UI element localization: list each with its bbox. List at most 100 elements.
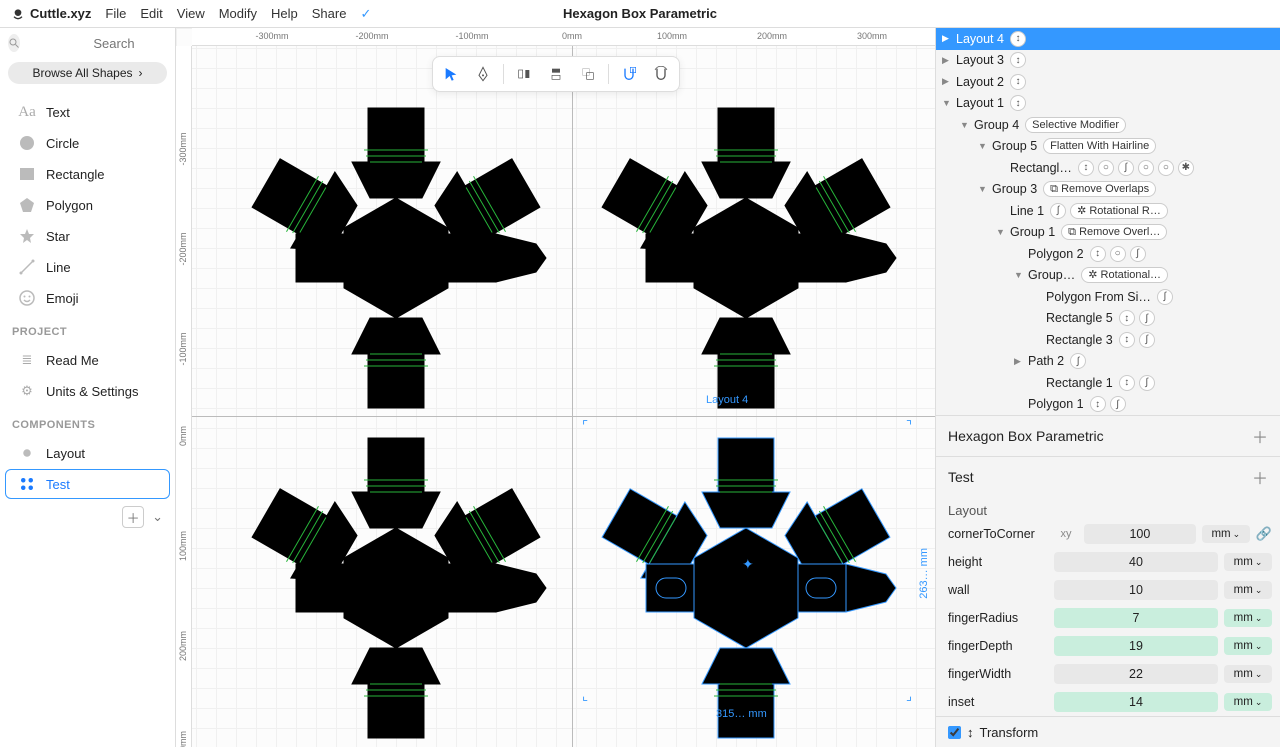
menu-file[interactable]: File (105, 6, 126, 21)
outline-row[interactable]: Rectangl…↕○∫○○✱ (936, 157, 1280, 179)
emoji-shape[interactable]: Emoji (5, 283, 170, 313)
menu-help[interactable]: Help (271, 6, 298, 21)
outline-row[interactable]: Rectangle 5↕∫ (936, 308, 1280, 330)
canvas[interactable]: -300mm-200mm-100mm0mm100mm200mm300mm -30… (176, 28, 935, 747)
link-icon[interactable]: 🔗 (1256, 526, 1272, 542)
param-unit-select[interactable]: mm ⌄ (1224, 609, 1272, 627)
add-component-button[interactable]: ＋ (122, 506, 144, 528)
param-unit-select[interactable]: mm ⌄ (1224, 665, 1272, 683)
pen-tool[interactable] (469, 61, 497, 87)
precision-tool[interactable] (647, 61, 675, 87)
mini-icon[interactable]: ∫ (1118, 160, 1134, 176)
param-value-input[interactable]: 10 (1054, 580, 1218, 600)
layout-shape-2[interactable] (586, 98, 906, 418)
search-input[interactable] (26, 36, 176, 51)
modifier-chip[interactable]: ⧉ Remove Overlaps (1043, 181, 1156, 197)
outline-row[interactable]: Rectangle 3↕∫ (936, 329, 1280, 351)
param-value-input[interactable]: 7 (1054, 608, 1218, 628)
props-component-header[interactable]: Hexagon Box Parametric ＋ (936, 415, 1280, 456)
param-value-input[interactable]: 40 (1054, 552, 1218, 572)
star-shape[interactable]: Star (5, 221, 170, 251)
outline-row[interactable]: Polygon From Si…∫ (936, 286, 1280, 308)
param-value-input[interactable]: 22 (1054, 664, 1218, 684)
mini-icon[interactable]: ○ (1110, 246, 1126, 262)
mini-icon[interactable]: ∫ (1070, 353, 1086, 369)
add-param-button[interactable]: ＋ (1252, 424, 1268, 448)
app-logo[interactable]: Cuttle.xyz (10, 6, 91, 22)
param-unit-select[interactable]: mm ⌄ (1202, 525, 1250, 543)
mini-icon[interactable]: ∫ (1139, 375, 1155, 391)
outline-row[interactable]: Line 1∫✲ Rotational R… (936, 200, 1280, 222)
line-shape[interactable]: Line (5, 252, 170, 282)
outline-row[interactable]: Polygon 1↕∫ (936, 394, 1280, 416)
mini-icon[interactable]: ✱ (1178, 160, 1194, 176)
comp-test[interactable]: Test (5, 469, 170, 499)
mini-icon[interactable]: ○ (1138, 160, 1154, 176)
mini-icon[interactable]: ↕ (1119, 310, 1135, 326)
mini-icon[interactable]: ∫ (1050, 203, 1066, 219)
disclosure-icon[interactable]: ▼ (996, 227, 1006, 237)
outline-row[interactable]: ▼Group 1⧉ Remove Overl… (936, 222, 1280, 244)
param-value-input[interactable]: 19 (1054, 636, 1218, 656)
disclosure-icon[interactable]: ▶ (942, 33, 952, 44)
flip-v-tool[interactable] (542, 61, 570, 87)
add-param-button-2[interactable]: ＋ (1252, 465, 1268, 489)
select-tool[interactable] (437, 61, 465, 87)
read-me[interactable]: ≣Read Me (5, 345, 170, 375)
menu-view[interactable]: View (177, 6, 205, 21)
mini-icon[interactable]: ∫ (1139, 332, 1155, 348)
modifier-chip[interactable]: Selective Modifier (1025, 117, 1126, 133)
disclosure-icon[interactable]: ▶ (942, 76, 952, 87)
param-unit-select[interactable]: mm ⌄ (1224, 581, 1272, 599)
units-settings[interactable]: ⚙Units & Settings (5, 376, 170, 406)
props-test-header[interactable]: Test ＋ (936, 456, 1280, 497)
mini-icon[interactable]: ↕ (1010, 31, 1026, 47)
polygon-shape[interactable]: Polygon (5, 190, 170, 220)
menu-share[interactable]: Share (312, 6, 347, 21)
sel-corner-br[interactable]: ⌟ (906, 688, 916, 698)
sel-corner-bl[interactable]: ⌞ (582, 688, 592, 698)
mini-icon[interactable]: ↕ (1090, 396, 1106, 412)
selection-label[interactable]: Layout 4 (706, 394, 748, 406)
flip-h-tool[interactable] (510, 61, 538, 87)
rectangle-shape[interactable]: Rectangle (5, 159, 170, 189)
layout-shape-4-selected[interactable] (586, 428, 906, 747)
disclosure-icon[interactable]: ▶ (942, 55, 952, 66)
disclosure-icon[interactable]: ▼ (978, 141, 988, 151)
mini-icon[interactable]: ↕ (1078, 160, 1094, 176)
disclosure-icon[interactable]: ▶ (1014, 356, 1024, 367)
mini-icon[interactable]: ∫ (1139, 310, 1155, 326)
layout-shape-1[interactable] (236, 98, 556, 418)
outline-row[interactable]: Polygon 2↕○∫ (936, 243, 1280, 265)
mini-icon[interactable]: ↕ (1010, 52, 1026, 68)
param-unit-select[interactable]: mm ⌄ (1224, 693, 1272, 711)
outline-row[interactable]: ▶Layout 3↕ (936, 50, 1280, 72)
modifier-chip[interactable]: ⧉ Remove Overl… (1061, 224, 1167, 240)
param-value-input[interactable]: 100 (1084, 524, 1196, 544)
disclosure-icon[interactable]: ▼ (1014, 270, 1024, 280)
modifier-chip[interactable]: ✲ Rotational… (1081, 267, 1168, 283)
disclosure-icon[interactable]: ▼ (960, 120, 970, 130)
outline-row[interactable]: ▼Group 4Selective Modifier (936, 114, 1280, 136)
snap-tool[interactable] (615, 61, 643, 87)
mini-icon[interactable]: ↕ (1119, 375, 1135, 391)
mini-icon[interactable]: ∫ (1110, 396, 1126, 412)
mini-icon[interactable]: ↕ (1090, 246, 1106, 262)
outline-row[interactable]: ▼Group…✲ Rotational… (936, 265, 1280, 287)
comp-layout[interactable]: Layout (5, 438, 170, 468)
mini-icon[interactable]: ∫ (1157, 289, 1173, 305)
mini-icon[interactable]: ∫ (1130, 246, 1146, 262)
selection-center-icon[interactable]: ✦ (742, 556, 754, 573)
mini-icon[interactable]: ↕ (1010, 95, 1026, 111)
outline-row[interactable]: ▶Path 2∫ (936, 351, 1280, 373)
layout-shape-3[interactable] (236, 428, 556, 747)
param-unit-select[interactable]: mm ⌄ (1224, 637, 1272, 655)
modifier-chip[interactable]: ✲ Rotational R… (1070, 203, 1168, 219)
outline-row[interactable]: ▼Group 5Flatten With Hairline (936, 136, 1280, 158)
circle-shape[interactable]: Circle (5, 128, 170, 158)
copy-tool[interactable] (574, 61, 602, 87)
outline-row[interactable]: ▶Layout 2↕ (936, 71, 1280, 93)
transform-checkbox[interactable] (948, 726, 961, 739)
document-title[interactable]: Hexagon Box Parametric (563, 6, 717, 21)
disclosure-icon[interactable]: ▼ (942, 98, 952, 108)
